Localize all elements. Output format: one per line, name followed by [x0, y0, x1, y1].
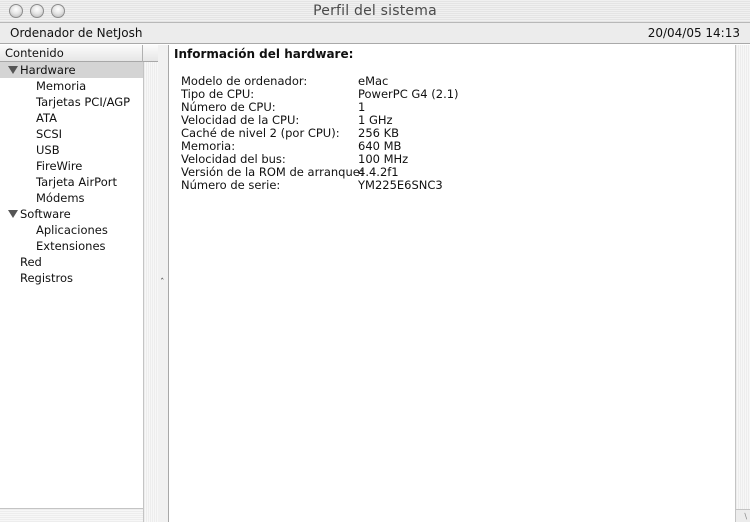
hardware-specs-list: Modelo de ordenador: eMac Tipo de CPU: Powe… [181, 74, 601, 192]
spec-value: PowerPC G4 (2.1) [358, 87, 459, 101]
detail-vertical-scrollbar[interactable] [735, 45, 750, 509]
sidebar-item-label: Módems [36, 191, 85, 205]
spec-value: eMac [358, 74, 389, 88]
sidebar-horizontal-scrollbar[interactable] [0, 508, 143, 522]
sidebar-item-módems[interactable]: Módems [0, 190, 143, 206]
sidebar-item-label: Registros [20, 271, 74, 285]
sidebar-item-label: ATA [36, 111, 57, 125]
spec-label: Velocidad del bus: [181, 152, 286, 166]
spec-label: Velocidad de la CPU: [181, 113, 300, 127]
disclosure-triangle-icon[interactable] [8, 210, 18, 218]
detail-pane: Información del hardware: Modelo de orde… [169, 45, 735, 522]
sidebar-item-label: Hardware [20, 63, 76, 77]
sidebar-item-tarjeta-airport[interactable]: Tarjeta AirPort [0, 174, 143, 190]
spec-value: 1 GHz [358, 113, 393, 127]
spec-value: 640 MB [358, 139, 402, 153]
sidebar-item-label: USB [36, 143, 60, 157]
sidebar-item-label: Memoria [36, 79, 87, 93]
sidebar-item-software[interactable]: Software [0, 206, 143, 222]
title-bar[interactable]: Perfil del sistema [0, 0, 750, 23]
sidebar-item-label: Tarjetas PCI/AGP [36, 95, 131, 109]
pane-splitter[interactable]: ˆ [158, 45, 169, 522]
resize-grip-icon: ∖ [742, 512, 748, 521]
spec-label: Número de serie: [181, 178, 281, 192]
sidebar-item-tarjetas-pci-agp[interactable]: Tarjetas PCI/AGP [0, 94, 143, 110]
spec-label: Memoria: [181, 139, 236, 153]
section-title: Información del hardware: [174, 47, 354, 61]
sidebar-item-memoria[interactable]: Memoria [0, 78, 143, 94]
spec-label: Modelo de ordenador: [181, 74, 308, 88]
spec-value: 4.4.2f1 [358, 165, 399, 179]
sidebar-item-firewire[interactable]: FireWire [0, 158, 143, 174]
resize-grip[interactable]: ∖ [735, 509, 750, 522]
sidebar-item-label: Red [20, 255, 42, 269]
sidebar-item-label: Tarjeta AirPort [36, 175, 117, 189]
sidebar-vertical-scrollbar[interactable] [143, 62, 158, 522]
spec-value: 100 MHz [358, 152, 409, 166]
sidebar-item-registros[interactable]: Registros [0, 270, 143, 286]
window-title: Perfil del sistema [313, 3, 437, 19]
spec-value: 1 [358, 100, 366, 114]
sidebar-column-header[interactable]: Contenido [0, 45, 158, 62]
spec-row: Número de CPU: 1 [181, 100, 601, 114]
sidebar-item-label: Software [20, 207, 71, 221]
sidebar-item-usb[interactable]: USB [0, 142, 143, 158]
spec-label: Versión de la ROM de arranque: [181, 165, 364, 179]
spec-row: Número de serie: YM225E6SNC3 [181, 178, 601, 192]
spec-row: Tipo de CPU: PowerPC G4 (2.1) [181, 87, 601, 101]
sidebar-item-red[interactable]: Red [0, 254, 143, 270]
spec-label: Número de CPU: [181, 100, 276, 114]
sidebar-item-label: FireWire [36, 159, 83, 173]
spec-row: Caché de nivel 2 (por CPU): 256 KB [181, 126, 601, 140]
spec-label: Caché de nivel 2 (por CPU): [181, 126, 340, 140]
spec-row: Versión de la ROM de arranque: 4.4.2f1 [181, 165, 601, 179]
system-profiler-window: Perfil del sistema Ordenador de NetJosh … [0, 0, 750, 522]
info-bar: Ordenador de NetJosh 20/04/05 14:13 [0, 23, 750, 44]
column-separator [142, 45, 143, 62]
contents-sidebar: Contenido Hardware Memoria Tarjetas PCI/AG… [0, 45, 158, 522]
sidebar-item-hardware[interactable]: Hardware [0, 62, 143, 78]
spec-label: Tipo de CPU: [181, 87, 255, 101]
spec-row: Memoria: 640 MB [181, 139, 601, 153]
sidebar-item-extensiones[interactable]: Extensiones [0, 238, 143, 254]
spec-row: Modelo de ordenador: eMac [181, 74, 601, 88]
sidebar-item-ata[interactable]: ATA [0, 110, 143, 126]
sidebar-header-label: Contenido [5, 46, 64, 60]
spec-value: 256 KB [358, 126, 400, 140]
spec-value: YM225E6SNC3 [358, 178, 443, 192]
spec-row: Velocidad de la CPU: 1 GHz [181, 113, 601, 127]
disclosure-triangle-icon[interactable] [8, 66, 18, 74]
sidebar-item-label: Extensiones [36, 239, 106, 253]
date-time: 20/04/05 14:13 [647, 26, 740, 40]
spec-row: Velocidad del bus: 100 MHz [181, 152, 601, 166]
sidebar-item-scsi[interactable]: SCSI [0, 126, 143, 142]
sidebar-item-label: SCSI [36, 127, 63, 141]
sidebar-item-aplicaciones[interactable]: Aplicaciones [0, 222, 143, 238]
sidebar-item-label: Aplicaciones [36, 223, 108, 237]
contents-tree: Hardware Memoria Tarjetas PCI/AGP ATA SCSI US… [0, 62, 143, 286]
computer-name: Ordenador de NetJosh [10, 26, 143, 40]
collapse-arrow-icon[interactable]: ˆ [160, 278, 165, 288]
